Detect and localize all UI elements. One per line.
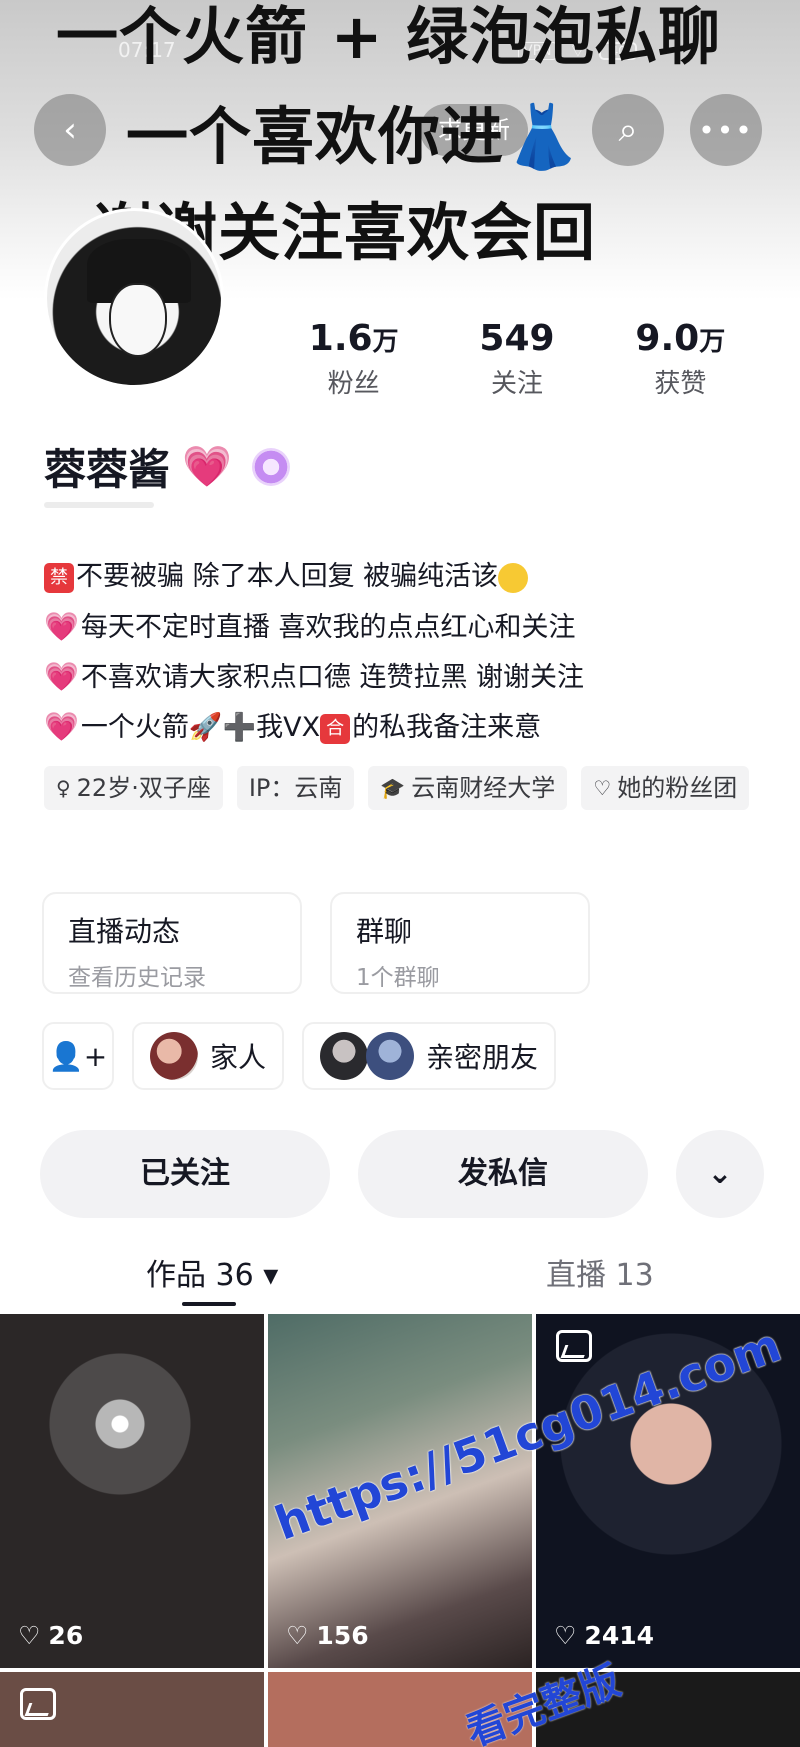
overlay-caption-2: 一个喜欢你进👗	[126, 100, 583, 173]
followers-unit: 万	[372, 327, 399, 357]
work-thumbnail[interactable]: ♡ 26	[0, 1314, 264, 1668]
together-icon: 合	[320, 713, 351, 744]
bio-text-4b: 的私我备注来意	[352, 712, 542, 743]
stat-followers[interactable]: 1.6万 粉丝	[272, 318, 435, 400]
active-tab-indicator	[182, 1302, 236, 1306]
overlay-caption-1: 一个火箭 + 绿泡泡私聊	[56, 0, 722, 73]
close-friend-avatar-2	[366, 1032, 415, 1080]
family-label: 家人	[210, 1041, 267, 1074]
bio-line-4: 💗一个火箭🚀➕我VX 合的私我备注来意	[44, 702, 764, 752]
profile-tags: ♀ 22岁·双子座 IP：云南 🎓 云南财经大学 ♡ 她的粉丝团	[44, 766, 764, 810]
group-chat-card[interactable]: 群聊 1个群聊	[330, 892, 590, 994]
heart-outline-icon: ♡	[593, 776, 612, 800]
like-count-value: 26	[48, 1621, 84, 1650]
tab-works[interactable]: 作品 36 ▾	[146, 1250, 278, 1294]
close-friends-label: 亲密朋友	[426, 1041, 539, 1074]
followed-button[interactable]: 已关注	[40, 1130, 330, 1218]
likes-label: 获赞	[654, 369, 707, 399]
live-history-title: 直播动态	[68, 915, 181, 948]
heart-outline-icon: ♡	[18, 1621, 41, 1650]
add-friend-button[interactable]: 👤+	[42, 1022, 114, 1090]
forbidden-icon: 禁	[44, 562, 74, 593]
work-thumbnail[interactable]	[0, 1672, 264, 1747]
heart-icon: 💗	[44, 610, 79, 643]
profile-bio: 禁不要被骗 除了本人回复 被骗纯活该 💗每天不定时直播 喜欢我的点点红心和关注 …	[44, 552, 764, 752]
tag-school[interactable]: 🎓 云南财经大学	[368, 766, 568, 810]
close-friends-button[interactable]: 亲密朋友	[302, 1022, 557, 1090]
followers-label: 粉丝	[327, 369, 380, 399]
like-count-value: 2414	[584, 1621, 655, 1650]
following-label: 关注	[490, 369, 543, 399]
bio-text-4a: 一个火箭🚀➕我VX	[80, 712, 321, 743]
bio-text-3: 不喜欢请大家积点口德 连赞拉黑 谢谢关注	[80, 662, 585, 693]
chevron-left-icon: ‹	[63, 110, 77, 150]
tag-school-text: 云南财经大学	[411, 774, 556, 802]
feature-cards: 直播动态 查看历史记录 群聊 1个群聊	[42, 892, 590, 994]
bio-text-2: 每天不定时直播 喜欢我的点点红心和关注	[80, 612, 576, 643]
bio-line-1: 禁不要被骗 除了本人回复 被骗纯活该	[44, 552, 764, 602]
like-count: ♡ 26	[18, 1621, 83, 1650]
family-avatar	[150, 1032, 198, 1080]
family-button[interactable]: 家人	[132, 1022, 285, 1090]
expand-button[interactable]: ⌄	[676, 1130, 764, 1218]
following-count: 549	[479, 318, 555, 359]
relations-row: 👤+ 家人 亲密朋友	[42, 1022, 557, 1090]
account-id-placeholder	[44, 502, 154, 508]
nickname: 蓉蓉酱	[44, 445, 171, 494]
like-count: ♡ 2414	[554, 1621, 654, 1650]
more-dots-icon: •••	[698, 113, 754, 147]
heart-outline-icon: ♡	[554, 1621, 577, 1650]
group-chat-subtitle: 1个群聊	[356, 965, 440, 991]
send-message-button[interactable]: 发私信	[358, 1130, 648, 1218]
tag-fans-group[interactable]: ♡ 她的粉丝团	[581, 766, 750, 810]
bio-text-1: 不要被骗 除了本人回复 被骗纯活该	[76, 561, 499, 592]
avatar-face	[109, 283, 167, 357]
nickname-row: 蓉蓉酱 💗	[44, 436, 290, 497]
live-history-subtitle: 查看历史记录	[68, 965, 206, 991]
heart-icon: 💗	[44, 710, 79, 743]
expressionless-face-icon	[498, 562, 529, 593]
profile-avatar[interactable]	[44, 208, 224, 388]
heart-icon: 💗	[182, 444, 232, 490]
image-gallery-icon	[556, 1330, 592, 1362]
live-history-card[interactable]: 直播动态 查看历史记录	[42, 892, 302, 994]
bio-line-2: 💗每天不定时直播 喜欢我的点点红心和关注	[44, 602, 764, 652]
tag-age-text: 22岁·双子座	[76, 774, 211, 802]
followers-count: 1.6	[308, 318, 373, 359]
tag-ip-location: IP：云南	[236, 766, 355, 810]
close-friend-avatar-1	[320, 1032, 369, 1080]
tag-ip-text: IP：云南	[248, 774, 343, 802]
group-chat-title: 群聊	[356, 915, 413, 948]
likes-count: 9.0	[635, 318, 700, 359]
content-tabs: 作品 36 ▾ 直播 13	[0, 1250, 800, 1310]
tab-live[interactable]: 直播 13	[546, 1250, 654, 1294]
search-icon: ⌕	[618, 110, 638, 150]
likes-unit: 万	[699, 327, 726, 357]
graduation-cap-icon: 🎓	[380, 776, 406, 800]
back-button[interactable]: ‹	[34, 94, 106, 166]
add-user-icon: 👤+	[48, 1039, 108, 1073]
image-gallery-icon	[20, 1688, 56, 1720]
stat-following[interactable]: 549 关注	[435, 318, 598, 400]
female-icon: ♀	[56, 776, 71, 800]
more-button[interactable]: •••	[690, 94, 762, 166]
like-count-value: 156	[316, 1621, 369, 1650]
profile-actions: 已关注 发私信 ⌄	[40, 1130, 764, 1218]
profile-stats: 1.6万 粉丝 549 关注 9.0万 获赞	[272, 318, 762, 400]
tag-age-zodiac: ♀ 22岁·双子座	[44, 766, 223, 810]
creator-badge-icon[interactable]	[251, 447, 290, 486]
chevron-down-icon: ⌄	[707, 1156, 733, 1191]
bio-line-3: 💗不喜欢请大家积点口德 连赞拉黑 谢谢关注	[44, 652, 764, 702]
tag-fans-text: 她的粉丝团	[617, 774, 738, 802]
heart-outline-icon: ♡	[286, 1621, 309, 1650]
search-button[interactable]: ⌕	[592, 94, 664, 166]
like-count: ♡ 156	[286, 1621, 369, 1650]
stat-likes[interactable]: 9.0万 获赞	[599, 318, 762, 400]
heart-icon: 💗	[44, 660, 79, 693]
